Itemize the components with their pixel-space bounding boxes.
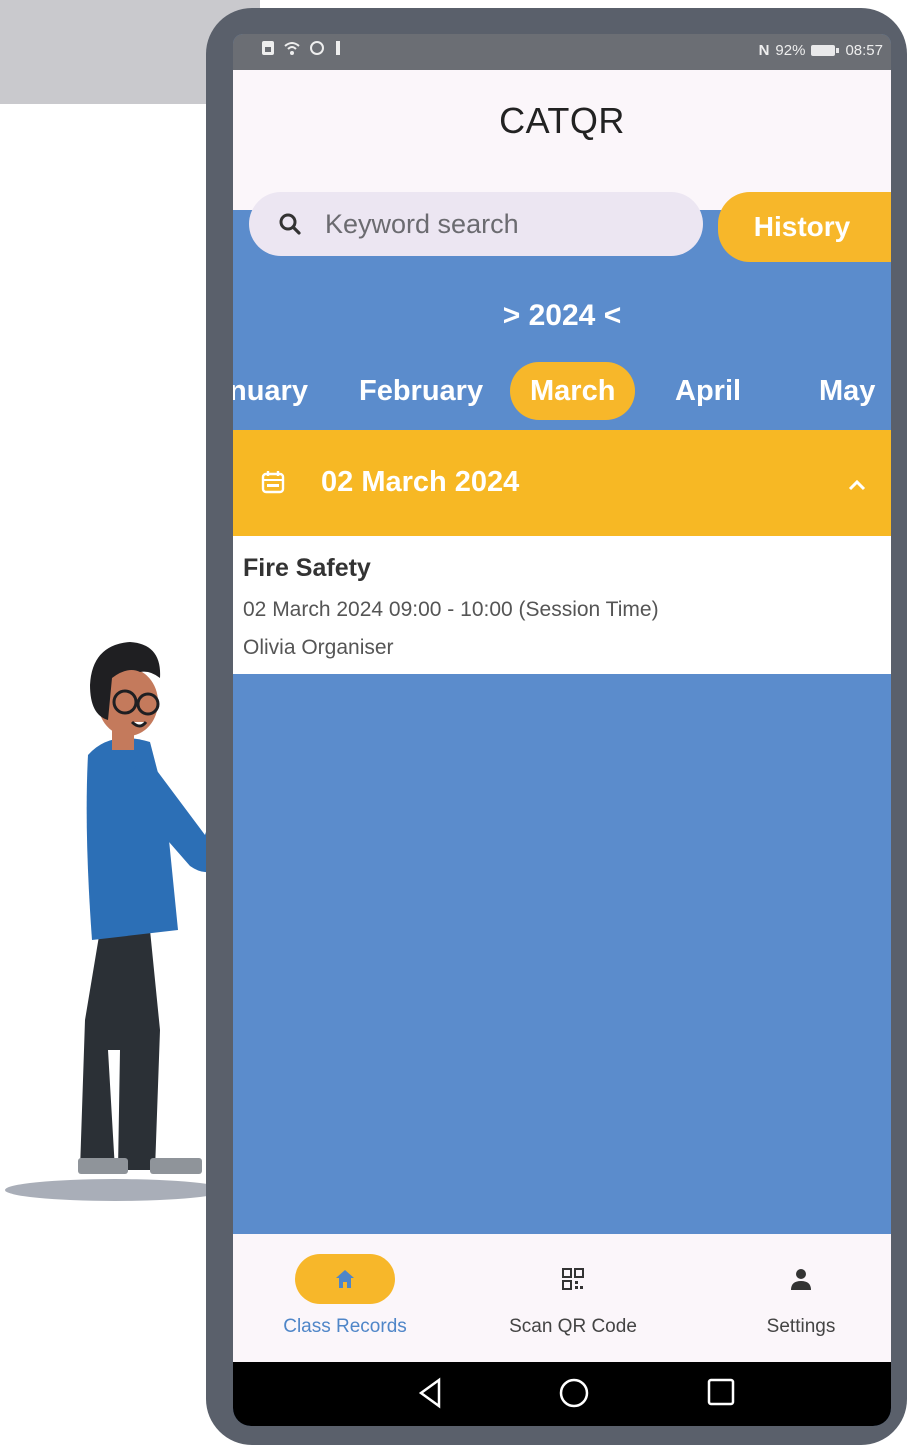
app-title: CATQR (499, 100, 625, 141)
month-tab-march[interactable]: March (510, 362, 636, 420)
home-circle-icon[interactable] (557, 1376, 591, 1410)
android-navigation-bar (233, 1362, 891, 1426)
usb-icon (336, 41, 340, 55)
date-group-header[interactable]: 02 March 2024 (233, 430, 891, 536)
back-triangle-icon[interactable] (415, 1376, 445, 1410)
month-tab-may[interactable]: May (819, 362, 875, 420)
search-icon (279, 213, 301, 235)
search-bar[interactable] (249, 192, 703, 256)
person-icon (791, 1269, 811, 1290)
record-title: Fire Safety (243, 554, 371, 582)
nav-label-settings: Settings (766, 1316, 836, 1337)
month-tab-january[interactable]: nuary (233, 362, 308, 420)
data-saver-icon (310, 41, 324, 55)
nav-active-indicator (295, 1254, 395, 1304)
bottom-navigation: Class Records Scan QR Code Settings (233, 1234, 891, 1362)
home-icon (336, 1270, 354, 1288)
history-button[interactable]: History (718, 192, 891, 262)
status-icons-left (261, 40, 343, 56)
phone-screen: N 92% 08:57 CATQR History > 2024 < nuary… (233, 34, 891, 1426)
battery-percent: 92% (775, 42, 806, 59)
nav-scan-qr[interactable]: Scan QR Code (463, 1234, 683, 1362)
record-organiser: Olivia Organiser (243, 636, 394, 659)
month-selector[interactable]: nuary February March April May (233, 350, 891, 420)
status-bar: N 92% 08:57 (233, 34, 891, 70)
status-time: 08:57 (845, 42, 883, 59)
nav-settings[interactable]: Settings (691, 1234, 891, 1362)
calendar-icon (261, 471, 285, 494)
nav-label-scan-qr: Scan QR Code (509, 1316, 637, 1337)
nav-icon-container (751, 1254, 851, 1304)
nav-class-records[interactable]: Class Records (235, 1234, 455, 1362)
wifi-icon (284, 42, 300, 55)
record-session-time: 02 March 2024 09:00 - 10:00 (Session Tim… (243, 598, 659, 621)
recents-square-icon[interactable] (705, 1376, 737, 1408)
battery-icon (811, 45, 840, 56)
sim-icon (262, 41, 274, 55)
class-record-card[interactable]: Fire Safety 02 March 2024 09:00 - 10:00 … (233, 536, 891, 674)
nfc-icon: N (758, 42, 770, 59)
nav-label-class-records: Class Records (283, 1316, 407, 1337)
status-icons-right: N 92% 08:57 (759, 42, 883, 59)
nav-icon-container (523, 1254, 623, 1304)
date-group-label: 02 March 2024 (321, 466, 520, 498)
chevron-up-icon[interactable] (847, 478, 867, 492)
year-selector[interactable]: > 2024 < (233, 299, 891, 333)
qr-code-icon (562, 1268, 584, 1290)
search-input[interactable] (323, 207, 657, 241)
month-tab-april[interactable]: April (675, 362, 741, 420)
month-tab-february[interactable]: February (359, 362, 483, 420)
